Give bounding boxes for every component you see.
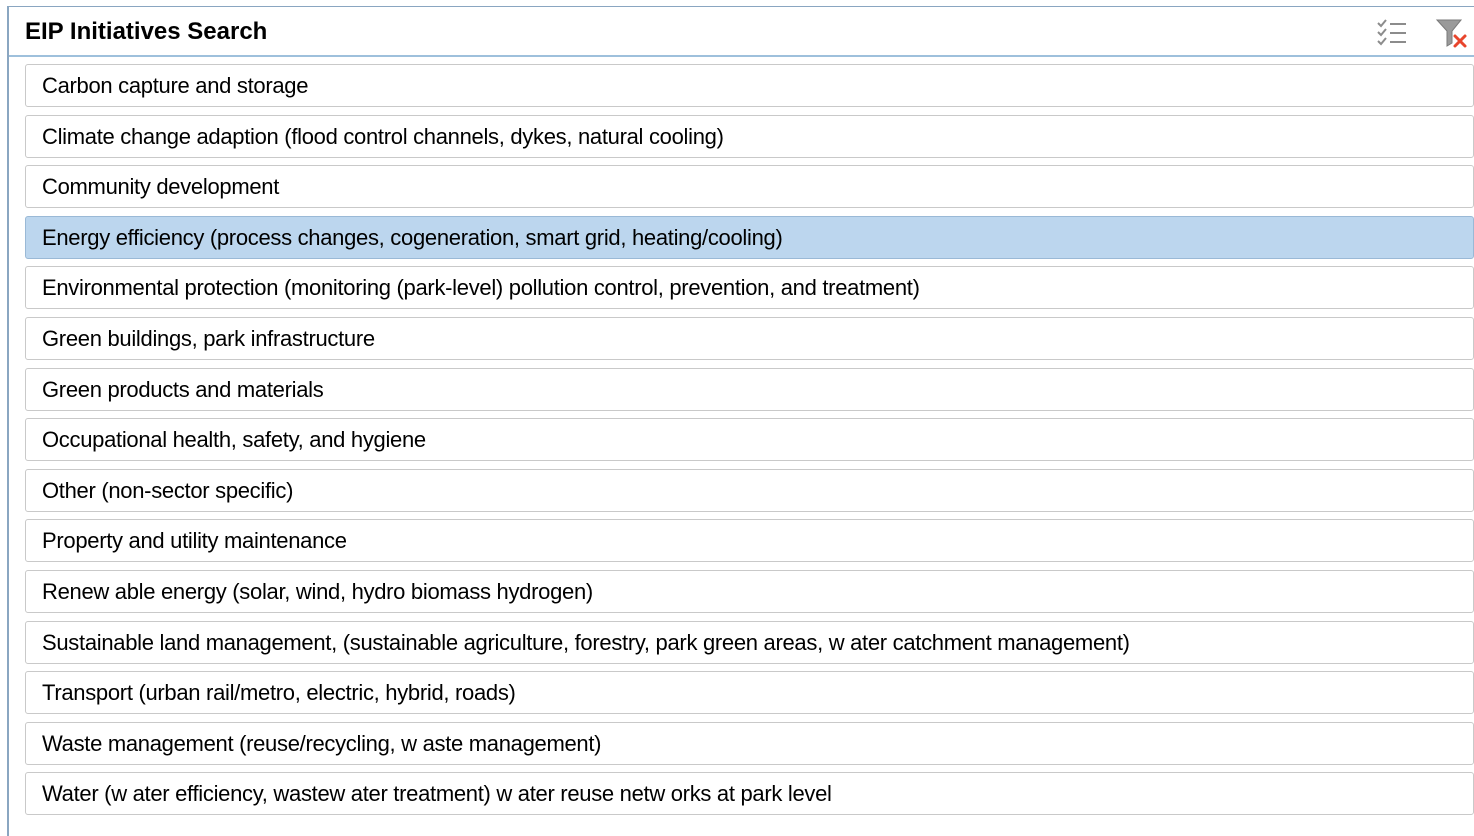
multi-select-list-icon[interactable] xyxy=(1373,15,1411,51)
slicer-item-label: Sustainable land management, (sustainabl… xyxy=(42,629,1130,655)
slicer-item[interactable]: Transport (urban rail/metro, electric, h… xyxy=(25,671,1474,715)
slicer-item[interactable]: Sustainable land management, (sustainabl… xyxy=(25,620,1474,664)
slicer-item-label: Property and utility maintenance xyxy=(42,528,347,554)
slicer-panel: EIP Initiatives Search Carbon capture an… xyxy=(7,6,1474,836)
clear-filter-icon[interactable] xyxy=(1432,15,1470,51)
slicer-item[interactable]: Community development xyxy=(25,165,1474,209)
slicer-item-label: Environmental protection (monitoring (pa… xyxy=(42,275,920,301)
slicer-item-label: Water (w ater efficiency, wastew ater tr… xyxy=(42,781,832,807)
slicer-item-label: Occupational health, safety, and hygiene xyxy=(42,427,426,453)
slicer-item-label: Other (non-sector specific) xyxy=(42,477,294,503)
slicer-item-label: Renew able energy (solar, wind, hydro bi… xyxy=(42,578,593,604)
slicer-item[interactable]: Green buildings, park infrastructure xyxy=(25,316,1474,360)
slicer-item[interactable]: Occupational health, safety, and hygiene xyxy=(25,418,1474,462)
slicer-item-label: Climate change adaption (flood control c… xyxy=(42,123,724,149)
slicer-item-label: Carbon capture and storage xyxy=(42,73,309,98)
slicer-item-label: Transport (urban rail/metro, electric, h… xyxy=(42,680,516,706)
slicer-item-label: Waste management (reuse/recycling, w ast… xyxy=(42,730,602,756)
slicer-item[interactable]: Waste management (reuse/recycling, w ast… xyxy=(25,721,1474,765)
slicer-title: EIP Initiatives Search xyxy=(25,18,268,45)
slicer-item[interactable]: Green products and materials xyxy=(25,367,1474,411)
slicer-header: EIP Initiatives Search xyxy=(9,7,1474,57)
slicer-item[interactable]: Property and utility maintenance xyxy=(25,519,1474,563)
slicer-item[interactable]: Renew able energy (solar, wind, hydro bi… xyxy=(25,569,1474,613)
slicer-item-list: Carbon capture and storage Climate change… xyxy=(25,64,1474,823)
slicer-item[interactable]: Environmental protection (monitoring (pa… xyxy=(25,266,1474,310)
slicer-item-label: Green buildings, park infrastructure xyxy=(42,325,375,351)
slicer-item[interactable]: Other (non-sector specific) xyxy=(25,468,1474,512)
slicer-item[interactable]: Energy efficiency (process changes, coge… xyxy=(25,215,1474,259)
slicer-item[interactable]: Water (w ater efficiency, wastew ater tr… xyxy=(25,772,1474,816)
slicer-item-label: Community development xyxy=(42,174,280,200)
slicer-item[interactable]: Carbon capture and storage xyxy=(25,64,1474,107)
slicer-item[interactable]: Climate change adaption (flood control c… xyxy=(25,114,1474,158)
slicer-item-label: Energy efficiency (process changes, coge… xyxy=(42,224,783,250)
slicer-item-label: Green products and materials xyxy=(42,376,324,402)
